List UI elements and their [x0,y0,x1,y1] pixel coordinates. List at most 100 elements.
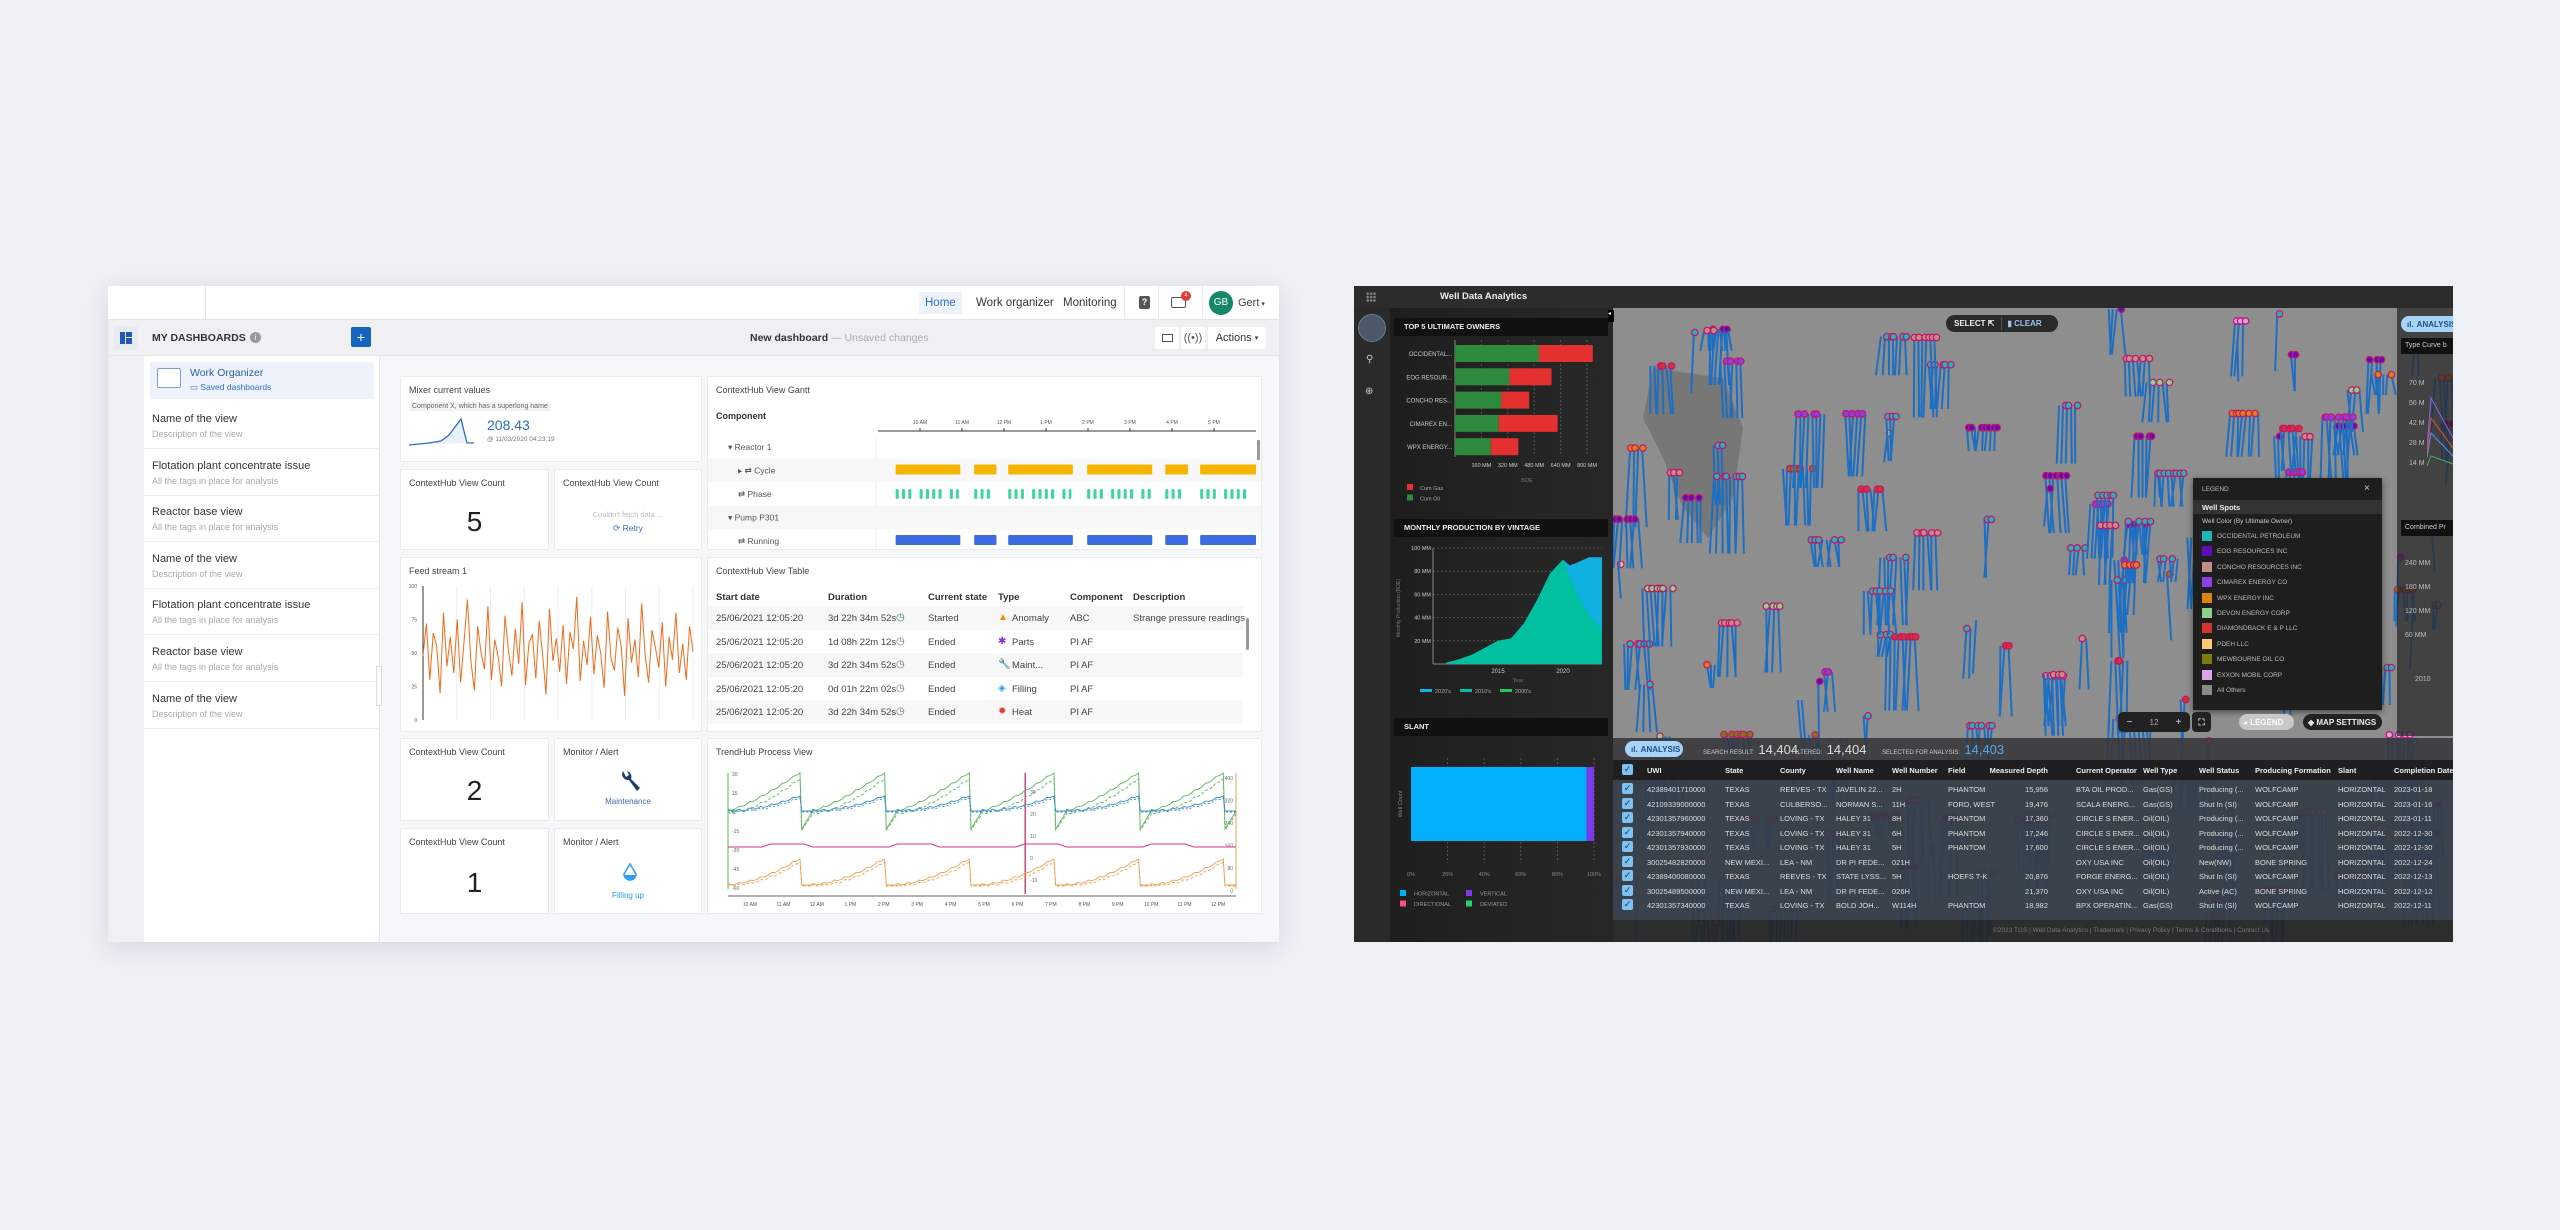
column-header[interactable]: Field [1948,766,1966,775]
row-checkbox[interactable]: ✓ [1622,841,1633,852]
widget-count[interactable]: ContextHub View Count 1 [400,828,549,914]
select-button[interactable]: SELECT ⇱ [1954,319,1995,328]
close-icon[interactable]: × [2364,483,2370,494]
row-checkbox[interactable]: ✓ [1622,855,1633,867]
sidebar-item[interactable]: Name of the view Description of the view [144,403,380,449]
table-row[interactable]: ✓ 30025482820000 NEW MEXI... LEA - NM DR PI … [1613,854,2453,869]
retry-button[interactable]: ⟳ Retry [555,523,701,534]
zoom-in-button[interactable]: + [2176,717,2182,728]
trend-series-line [727,795,1236,812]
column-header[interactable]: Well Status [2199,766,2239,775]
featured-item-work-organizer[interactable]: Work Organizer ▭ Saved dashboards [150,362,374,399]
sidebar-item[interactable]: Name of the view Description of the view [144,683,380,729]
widget-title: ContextHub View Count [409,837,505,847]
widget-table[interactable]: ContextHub View Table Start date Duration… [707,557,1262,732]
table-row[interactable]: 25/06/2021 12:05:20 3d 22h 34m 52s Started… [708,606,1245,630]
widget-trendhub[interactable]: TrendHub Process View 30 15 0 -15 -30 -45 -60 4… [707,738,1262,914]
row-checkbox[interactable]: ✓ [1622,899,1633,910]
zoom-in-icon[interactable]: ⊕ [1365,386,1373,397]
nav-work-organizer[interactable]: Work organizer [970,292,1060,314]
saved-dashboards-link[interactable]: ▭ Saved dashboards [190,382,271,393]
row-checkbox[interactable]: ✓ [1622,783,1633,794]
zoom-out-button[interactable]: − [2127,717,2133,728]
column-header[interactable]: State [1725,766,1743,775]
table-row[interactable]: ✓ 42301357960000 TEXAS LOVING - TX HALEY 31 8… [1613,810,2453,825]
footer-links[interactable]: ©2023 TGS | Well Data Analytics | Tradem… [1993,927,2269,934]
sidebar-item-description: Description of the view [152,429,243,439]
fullscreen-button[interactable]: ⛶ [2192,712,2211,732]
well-spot [1659,584,1667,593]
table-row[interactable]: ✓ 42301357340000 TEXAS LOVING - TX BOLD JOH.… [1613,897,2453,912]
legend-button[interactable]: ◕ LEGEND [2239,714,2294,730]
user-menu[interactable]: Gert ▾ [1238,297,1265,309]
column-header[interactable]: County [1780,766,1806,775]
column-header[interactable]: Well Type [2143,766,2177,775]
table-row[interactable]: ✓ 42301357940000 TEXAS LOVING - TX HALEY 31 6… [1613,825,2453,840]
dashboard-icon[interactable] [1358,314,1386,342]
dashboard-grid-icon[interactable] [114,326,138,350]
table-row[interactable]: ✓ 42301357930000 TEXAS LOVING - TX HALEY 31 5… [1613,839,2453,854]
sidebar-item[interactable]: Flotation plant concentrate issue All the… [144,589,380,636]
nav-monitoring[interactable]: Monitoring [1057,292,1123,314]
legend-section-header: Well Spots [2193,500,2382,514]
map-settings-button[interactable]: ◈ MAP SETTINGS [2303,714,2382,730]
well-spot [1638,444,1647,452]
gantt-bar [1130,489,1134,499]
table-row[interactable]: ✓ 42389401710000 TEXAS REEVES - TX JAVELIN 2… [1613,781,2453,796]
widget-count[interactable]: ContextHub View Count 2 [400,738,549,821]
row-checkbox[interactable]: ✓ [1622,884,1633,896]
column-header[interactable]: UWI [1647,766,1662,775]
table-row[interactable]: 25/06/2021 12:05:20 0d 01h 22m 02s Ended Fi… [708,676,1243,700]
info-icon[interactable]: i [250,332,261,343]
gantt-bar [986,489,990,499]
collapse-panel-button[interactable]: ◂ [1608,310,1614,322]
type-curve-tick: 70 M [2409,380,2425,387]
add-dashboard-button[interactable]: + [351,327,371,347]
analysis-tab[interactable]: ıl. ANALYSIS [2401,316,2453,332]
widget-count-error[interactable]: ContextHub View Count Couldn't fetch dat… [554,469,702,550]
column-header[interactable]: Current Operator [2076,766,2137,775]
column-header[interactable]: Well Name [1836,766,1874,775]
table-row[interactable]: ✓ 42389400080000 TEXAS REEVES - TX STATE LYS… [1613,868,2453,883]
row-checkbox[interactable]: ✓ [1622,826,1633,838]
sidebar-item[interactable]: Flotation plant concentrate issue All the… [144,450,380,496]
broadcast-button[interactable]: ((•)) [1181,327,1205,349]
table-row[interactable]: 25/06/2021 12:05:20 3d 22h 34m 52s Ended Ma… [708,653,1243,677]
column-header[interactable]: Well Number [1892,766,1938,775]
row-checkbox[interactable]: ✓ [1622,870,1633,881]
column-header[interactable]: Producing Formation [2255,766,2331,775]
table-row[interactable]: 25/06/2021 12:05:20 3d 22h 34m 52s Ended He… [708,700,1243,724]
column-header[interactable]: Slant [2338,766,2356,775]
sidebar-item[interactable]: Reactor base view All the tags in place f… [144,496,380,543]
column-header[interactable]: Completion Date [2394,766,2453,775]
table-row[interactable]: 25/06/2021 12:05:20 1d 08h 22m 12s Ended Pa… [708,629,1243,653]
present-button[interactable] [1155,327,1179,349]
gantt-bar [895,535,961,545]
table-row[interactable]: ✓ 42109339000000 TEXAS CULBERSO... NORMAN S.… [1613,796,2453,811]
gantt-bar [1087,464,1153,475]
actions-dropdown[interactable]: Actions ▾ [1208,327,1266,349]
widget-gantt[interactable]: ContextHub View Gantt Component 10 AM 11 … [707,376,1262,550]
sidebar-resize-handle[interactable] [376,666,382,706]
widget-alert-filling[interactable]: Monitor / Alert Filling up [554,828,702,914]
help-icon[interactable]: ? [1139,296,1150,309]
apps-grid-icon[interactable] [1366,292,1376,302]
avatar[interactable]: GB [1209,291,1233,315]
table-cell: HORIZONTAL [2338,814,2386,823]
nav-home[interactable]: Home [919,292,962,314]
select-all-checkbox[interactable]: ✓ [1622,764,1633,775]
widget-mixer[interactable]: Mixer current values Component X, which … [400,376,702,462]
clear-button[interactable]: ▮ CLEAR [2008,319,2042,328]
row-checkbox[interactable]: ✓ [1622,812,1633,823]
table-scrollbar[interactable] [1246,618,1249,650]
widget-count[interactable]: ContextHub View Count 5 [400,469,549,550]
widget-feed-stream[interactable]: Feed stream 1 100 75 50 25 0 [400,557,702,732]
sidebar-item[interactable]: Name of the view Description of the view [144,543,380,589]
widget-alert-maintenance[interactable]: Monitor / Alert Maintenance [554,738,702,821]
row-checkbox[interactable]: ✓ [1622,797,1633,809]
analysis-button[interactable]: ıl. ANALYSIS [1625,741,1683,757]
sidebar-item[interactable]: Reactor base view All the tags in place f… [144,636,380,682]
table-row[interactable]: ✓ 30025489500000 NEW MEXI... LEA - NM DR PI … [1613,883,2453,898]
component-label: Component X, which has a superlong name [409,402,551,411]
search-icon[interactable]: ⚲ [1366,354,1373,365]
